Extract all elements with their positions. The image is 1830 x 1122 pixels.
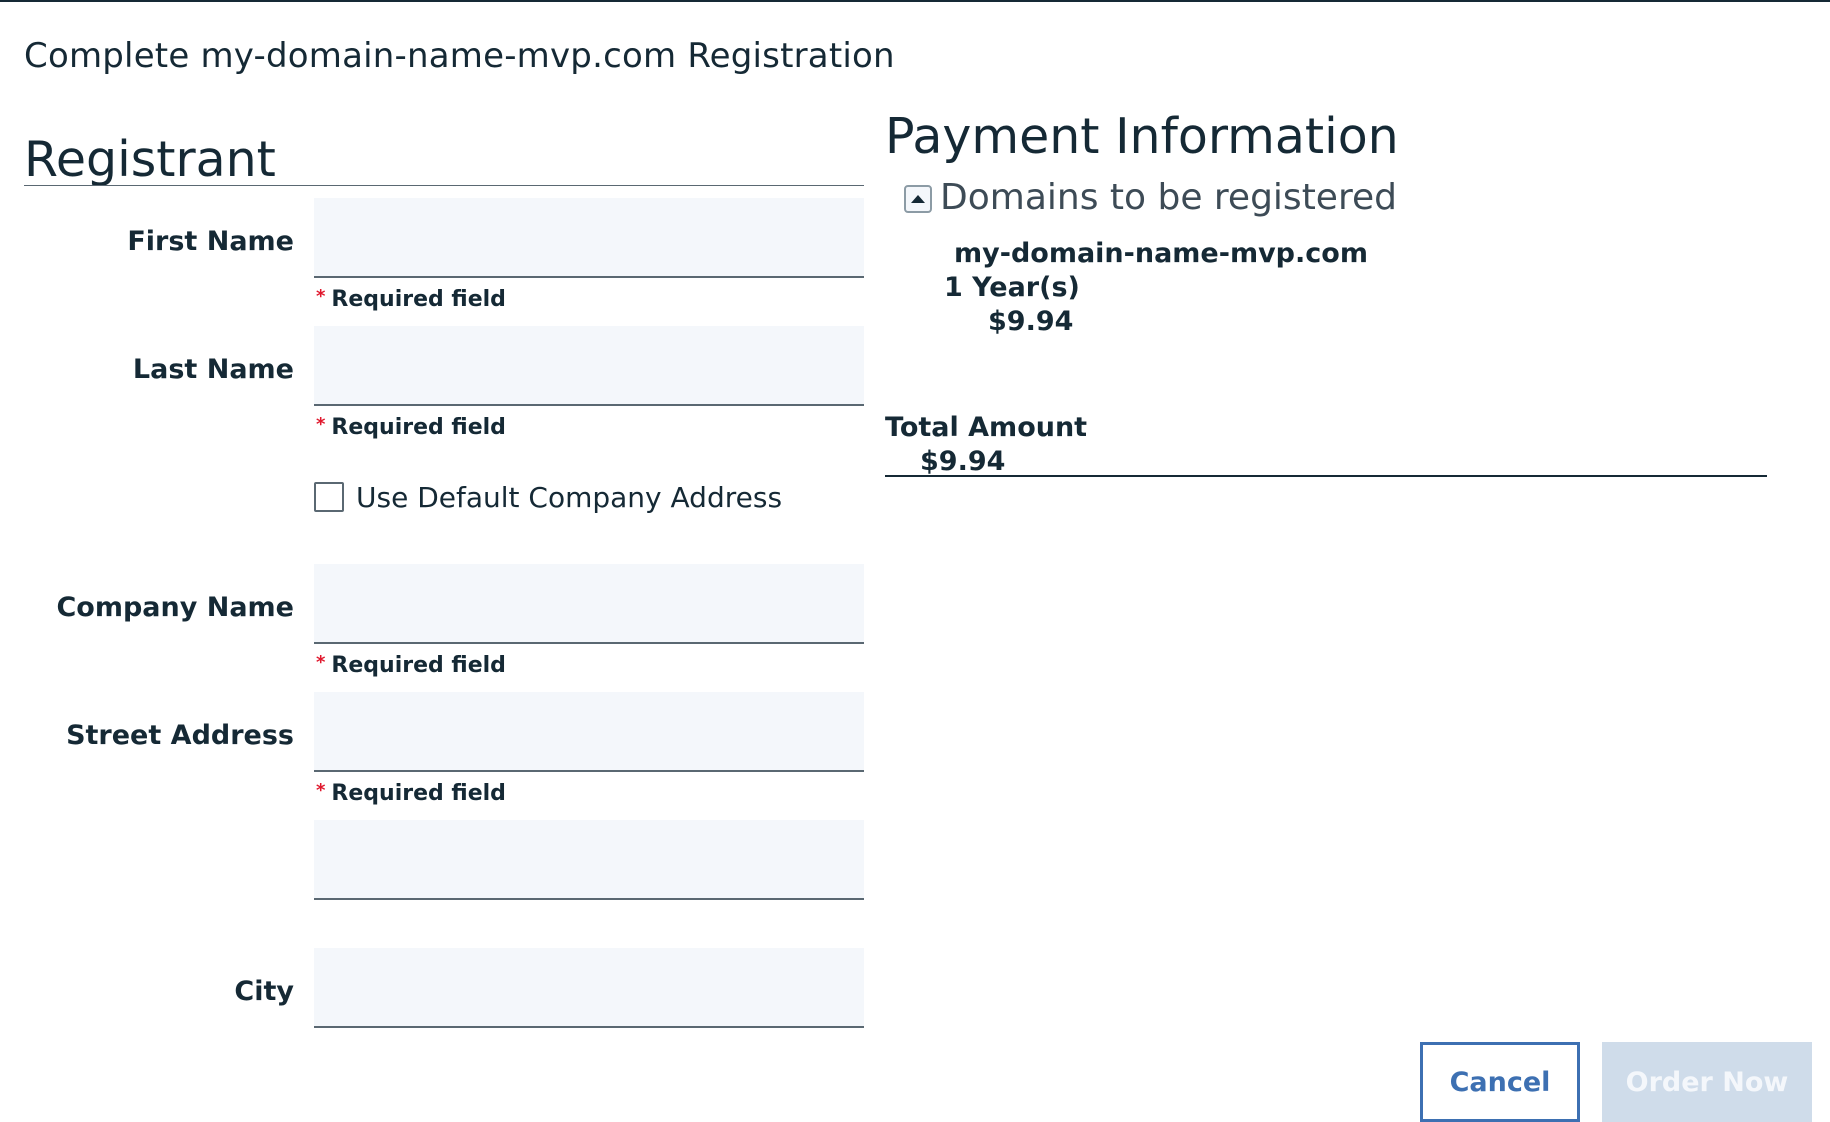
default-address-checkbox[interactable]: Use Default Company Address bbox=[314, 479, 782, 515]
company-name-label: Company Name bbox=[56, 592, 294, 623]
street-address-label: Street Address bbox=[66, 720, 294, 751]
domains-section-label[interactable]: Domains to be registered bbox=[940, 178, 1397, 218]
first-name-input[interactable] bbox=[314, 198, 864, 278]
last-name-required-hint: * Required field bbox=[316, 414, 506, 440]
required-asterisk: * bbox=[316, 780, 326, 801]
street-address-line2-input[interactable] bbox=[314, 820, 864, 900]
required-asterisk: * bbox=[316, 286, 326, 307]
total-divider bbox=[885, 475, 1767, 477]
domains-collapse-toggle[interactable] bbox=[904, 185, 932, 213]
domain-item-term: 1 Year(s) bbox=[944, 272, 1080, 303]
default-address-label[interactable]: Use Default Company Address bbox=[356, 481, 782, 514]
city-label: City bbox=[234, 976, 294, 1007]
dialog-title: Complete my-domain-name-mvp.com Registra… bbox=[24, 36, 895, 76]
cancel-button[interactable]: Cancel bbox=[1420, 1042, 1580, 1122]
top-border bbox=[0, 0, 1830, 2]
first-name-required-hint: * Required field bbox=[316, 286, 506, 312]
required-asterisk: * bbox=[316, 652, 326, 673]
street-address-required-hint: * Required field bbox=[316, 780, 506, 806]
company-name-input[interactable] bbox=[314, 564, 864, 644]
payment-heading: Payment Information bbox=[885, 108, 1399, 165]
chevron-up-icon bbox=[911, 195, 925, 203]
registrant-divider bbox=[24, 185, 864, 186]
total-amount-label: Total Amount bbox=[885, 412, 1088, 443]
domain-item-price: $9.94 bbox=[988, 306, 1074, 337]
last-name-label: Last Name bbox=[132, 354, 294, 385]
order-now-button[interactable]: Order Now bbox=[1602, 1042, 1812, 1122]
last-name-input[interactable] bbox=[314, 326, 864, 406]
company-name-required-hint: * Required field bbox=[316, 652, 506, 678]
domain-item-name: my-domain-name-mvp.com bbox=[954, 238, 1368, 269]
first-name-label: First Name bbox=[127, 226, 294, 257]
street-address-input[interactable] bbox=[314, 692, 864, 772]
city-input[interactable] bbox=[314, 948, 864, 1028]
checkbox-box[interactable] bbox=[314, 482, 344, 512]
total-amount-value: $9.94 bbox=[920, 446, 1006, 477]
required-asterisk: * bbox=[316, 414, 326, 435]
registrant-heading: Registrant bbox=[24, 131, 276, 188]
